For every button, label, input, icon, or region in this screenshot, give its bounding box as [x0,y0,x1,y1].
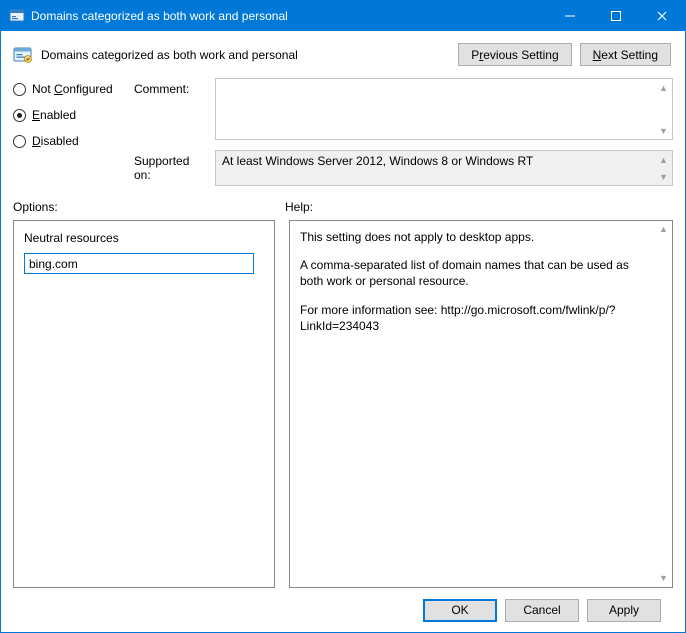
ok-button[interactable]: OK [423,599,497,622]
dialog-body: Domains categorized as both work and per… [1,31,685,632]
radio-icon [13,135,26,148]
previous-setting-button[interactable]: Previous Setting [458,43,571,66]
cancel-button[interactable]: Cancel [505,599,579,622]
help-pane: This setting does not apply to desktop a… [289,220,673,588]
prev-pre: P [471,48,479,62]
page-title: Domains categorized as both work and per… [41,48,298,62]
scrollbar[interactable]: ▲ ▼ [655,221,672,587]
scroll-up-icon[interactable]: ▲ [655,79,672,96]
scroll-down-icon[interactable]: ▼ [655,570,672,587]
minimize-button[interactable] [547,1,593,31]
help-label: Help: [281,200,673,214]
help-text-2: A comma-separated list of domain names t… [300,257,654,289]
radio-not-configured[interactable]: Not Configured [13,82,128,96]
dialog-window: Domains categorized as both work and per… [0,0,686,633]
scroll-up-icon[interactable]: ▲ [655,221,672,238]
window-controls [547,1,685,31]
close-button[interactable] [639,1,685,31]
state-radios: Not Configured Enabled Disabled [13,78,128,186]
radio-enabled[interactable]: Enabled [13,108,128,122]
window-title: Domains categorized as both work and per… [31,9,547,23]
comment-label: Comment: [134,82,209,96]
neutral-resources-label: Neutral resources [24,231,264,245]
help-text-1: This setting does not apply to desktop a… [300,229,654,245]
maximize-button[interactable] [593,1,639,31]
radio-icon [13,83,26,96]
help-text-3: For more information see: http://go.micr… [300,302,654,334]
next-setting-button[interactable]: Next Setting [580,43,671,66]
prev-post: evious Setting [483,48,558,62]
scrollbar: ▲ ▼ [655,151,672,185]
supported-on-label: Supported on: [134,154,209,182]
neutral-resources-input[interactable] [24,253,254,274]
scroll-down-icon: ▼ [655,168,672,185]
scroll-down-icon[interactable]: ▼ [655,122,672,139]
next-post: ext Setting [601,48,658,62]
supported-on-textbox: At least Windows Server 2012, Windows 8 … [215,150,673,186]
options-label: Options: [13,200,281,214]
comment-textbox[interactable]: ▲ ▼ [215,78,673,140]
radio-icon [13,109,26,122]
dialog-footer: OK Cancel Apply [13,588,673,632]
header-row: Domains categorized as both work and per… [13,41,673,66]
policy-icon [13,45,33,65]
radio-disabled[interactable]: Disabled [13,134,128,148]
app-icon [9,8,25,24]
apply-button[interactable]: Apply [587,599,661,622]
scrollbar[interactable]: ▲ ▼ [655,79,672,139]
supported-on-text: At least Windows Server 2012, Windows 8 … [216,151,672,171]
titlebar: Domains categorized as both work and per… [1,1,685,31]
options-pane: Neutral resources [13,220,275,588]
scroll-up-icon: ▲ [655,151,672,168]
next-mn: N [593,48,602,62]
